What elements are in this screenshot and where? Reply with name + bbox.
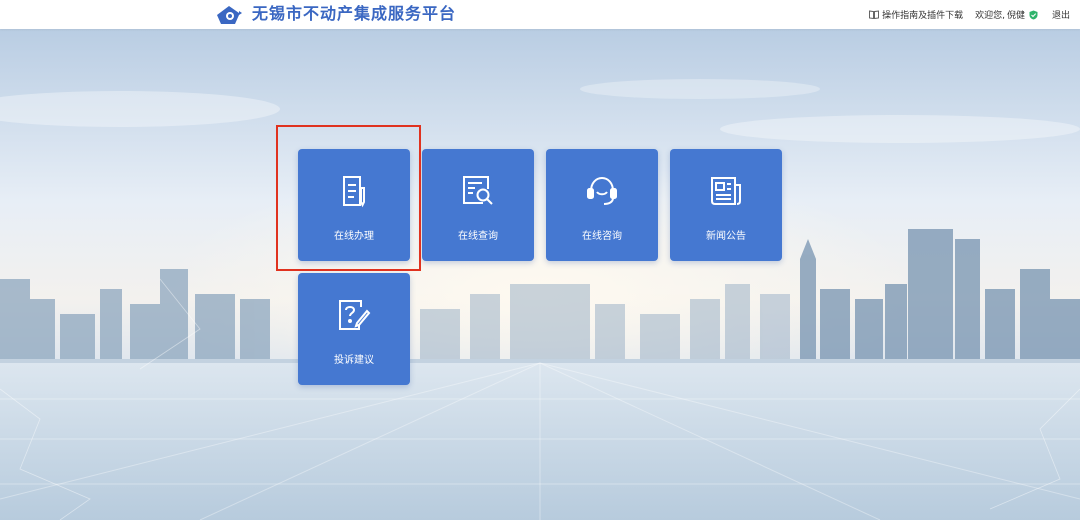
tile-label: 在线办理 xyxy=(334,231,374,242)
tile-news-announcements[interactable]: 新闻公告 xyxy=(670,149,782,261)
city-skyline-background xyxy=(0,29,1080,520)
tile-online-query[interactable]: 在线查询 xyxy=(422,149,534,261)
document-search-icon xyxy=(463,176,493,205)
username: 倪健 xyxy=(1006,11,1025,21)
tile-online-processing[interactable]: 在线办理 xyxy=(298,149,410,261)
tile-online-consult[interactable]: 在线咨询 xyxy=(546,149,658,261)
top-header: 无锡市不动产集成服务平台 操作指南及插件下载 欢迎您, 倪健 退出 xyxy=(0,0,1080,29)
book-icon xyxy=(869,10,880,19)
welcome-text: 欢迎您, xyxy=(975,11,1005,21)
newspaper-icon xyxy=(711,177,741,205)
tile-label: 在线查询 xyxy=(458,231,498,242)
logout-link[interactable]: 退出 xyxy=(1052,8,1070,21)
tile-label: 新闻公告 xyxy=(706,231,746,242)
header-actions: 操作指南及插件下载 欢迎您, 倪健 退出 xyxy=(869,0,1070,29)
tile-complaints-suggestions[interactable]: 投诉建议 xyxy=(298,273,410,385)
headset-icon xyxy=(587,176,617,205)
tile-label: 投诉建议 xyxy=(334,355,374,366)
house-logo-icon xyxy=(217,6,242,24)
guide-download-label: 操作指南及插件下载 xyxy=(882,11,964,21)
site-title: 无锡市不动产集成服务平台 xyxy=(252,4,457,23)
document-pen-icon xyxy=(343,176,365,208)
guide-download-link[interactable]: 操作指南及插件下载 xyxy=(869,8,963,21)
question-feedback-icon xyxy=(339,300,371,330)
tile-label: 在线咨询 xyxy=(582,231,622,242)
welcome-user: 欢迎您, 倪健 xyxy=(975,8,1038,21)
verified-shield-icon xyxy=(1029,10,1038,19)
